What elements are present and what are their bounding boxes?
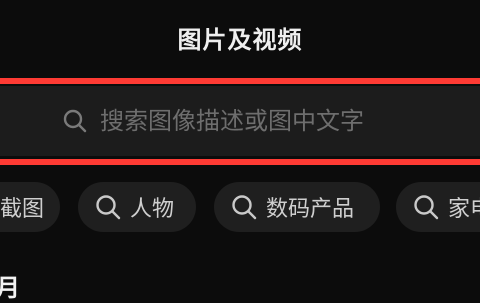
chip-label: 数码产品 <box>266 197 355 222</box>
chip-digital-products[interactable]: 数码产品 <box>214 182 380 232</box>
chip-people[interactable]: 人物 <box>78 182 196 232</box>
search-icon <box>414 195 439 220</box>
chip-label: 家电 <box>448 197 480 222</box>
page-title: 图片及视频 <box>177 26 303 54</box>
search-icon <box>232 195 257 220</box>
chip-label: 人物 <box>130 197 175 222</box>
search-input[interactable] <box>100 103 460 139</box>
highlight-line-bottom <box>0 159 480 165</box>
search-icon <box>63 109 87 133</box>
chip-home-appliances[interactable]: 家电 <box>396 182 480 232</box>
search-icon <box>96 195 121 220</box>
chip-screenshot[interactable]: 截图 <box>0 182 60 232</box>
search-bar[interactable] <box>0 86 480 156</box>
chip-label: 截图 <box>0 197 45 222</box>
section-heading: 月 <box>0 274 20 302</box>
highlight-line-top <box>0 78 480 84</box>
category-chips: 截图 人物 数码产品 家电 <box>0 182 480 232</box>
